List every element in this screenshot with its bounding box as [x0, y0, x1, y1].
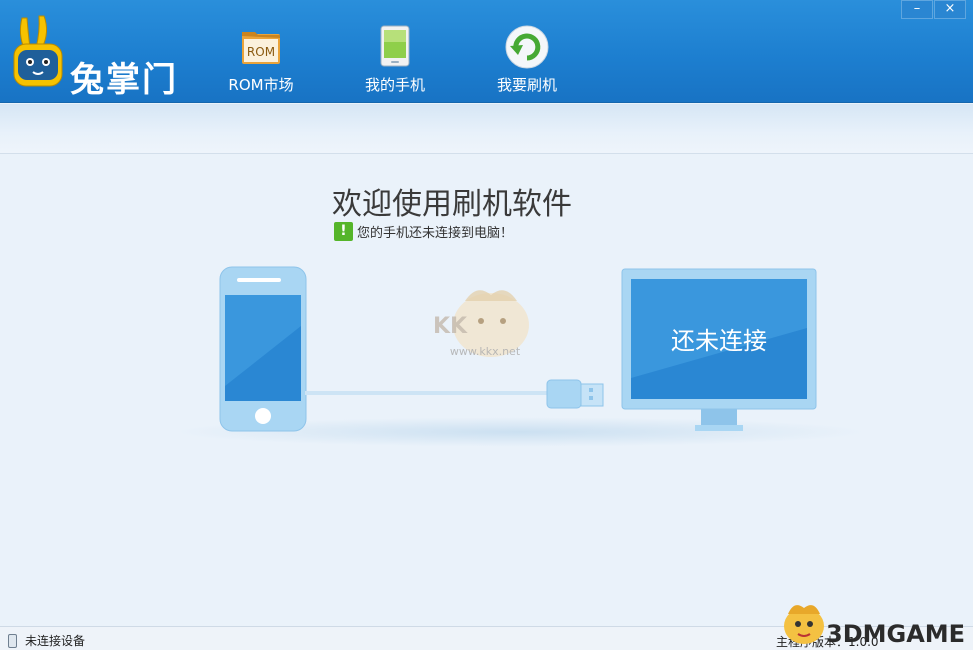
watermark-logo-letters: KK	[433, 314, 468, 339]
minimize-button[interactable]: –	[901, 0, 933, 19]
welcome-title: 欢迎使用刷机软件	[332, 179, 572, 223]
device-status: 未连接设备	[8, 632, 85, 649]
app-logo: 兔掌门	[10, 14, 180, 92]
nav-label-my-phone: 我的手机	[340, 74, 450, 95]
warning-text: 您的手机还未连接到电脑！	[357, 222, 513, 241]
nav-rom-market[interactable]: ROM ROM市场	[206, 24, 316, 100]
computer-monitor-illustration: 还未连接	[621, 268, 817, 438]
main-panel: 欢迎使用刷机软件 ! 您的手机还未连接到电脑！ K	[0, 155, 973, 625]
nav-label-rom-market: ROM市场	[206, 74, 316, 95]
toolbar-strip	[0, 104, 973, 154]
corner-watermark-mascot	[780, 598, 828, 650]
logo-text: 兔掌门	[70, 52, 178, 101]
title-bar: 兔掌门 ROM ROM市场 我的手机	[0, 0, 973, 103]
phone-illustration	[219, 266, 307, 436]
monitor-status-text: 还未连接	[621, 321, 817, 356]
rom-icon-label: ROM	[247, 45, 275, 59]
warning-icon: !	[334, 222, 353, 241]
nav-flash-phone[interactable]: 我要刷机	[472, 24, 582, 100]
corner-watermark-text: 3DMGAME	[826, 620, 965, 648]
watermark-url: www.kkx.net	[450, 345, 521, 358]
nav-my-phone[interactable]: 我的手机	[340, 24, 450, 100]
site-watermark: KK www.kkx.net	[425, 281, 551, 375]
rabbit-logo-icon	[10, 14, 70, 92]
usb-cable-illustration	[305, 376, 607, 416]
device-icon	[8, 634, 17, 648]
phone-icon	[340, 24, 450, 70]
nav-label-flash-phone: 我要刷机	[472, 74, 582, 95]
connection-warning: ! 您的手机还未连接到电脑！	[334, 221, 513, 241]
close-button[interactable]: ×	[934, 0, 966, 19]
device-status-text: 未连接设备	[25, 632, 85, 649]
rom-folder-icon: ROM	[206, 24, 316, 70]
refresh-arrow-icon	[472, 24, 582, 70]
